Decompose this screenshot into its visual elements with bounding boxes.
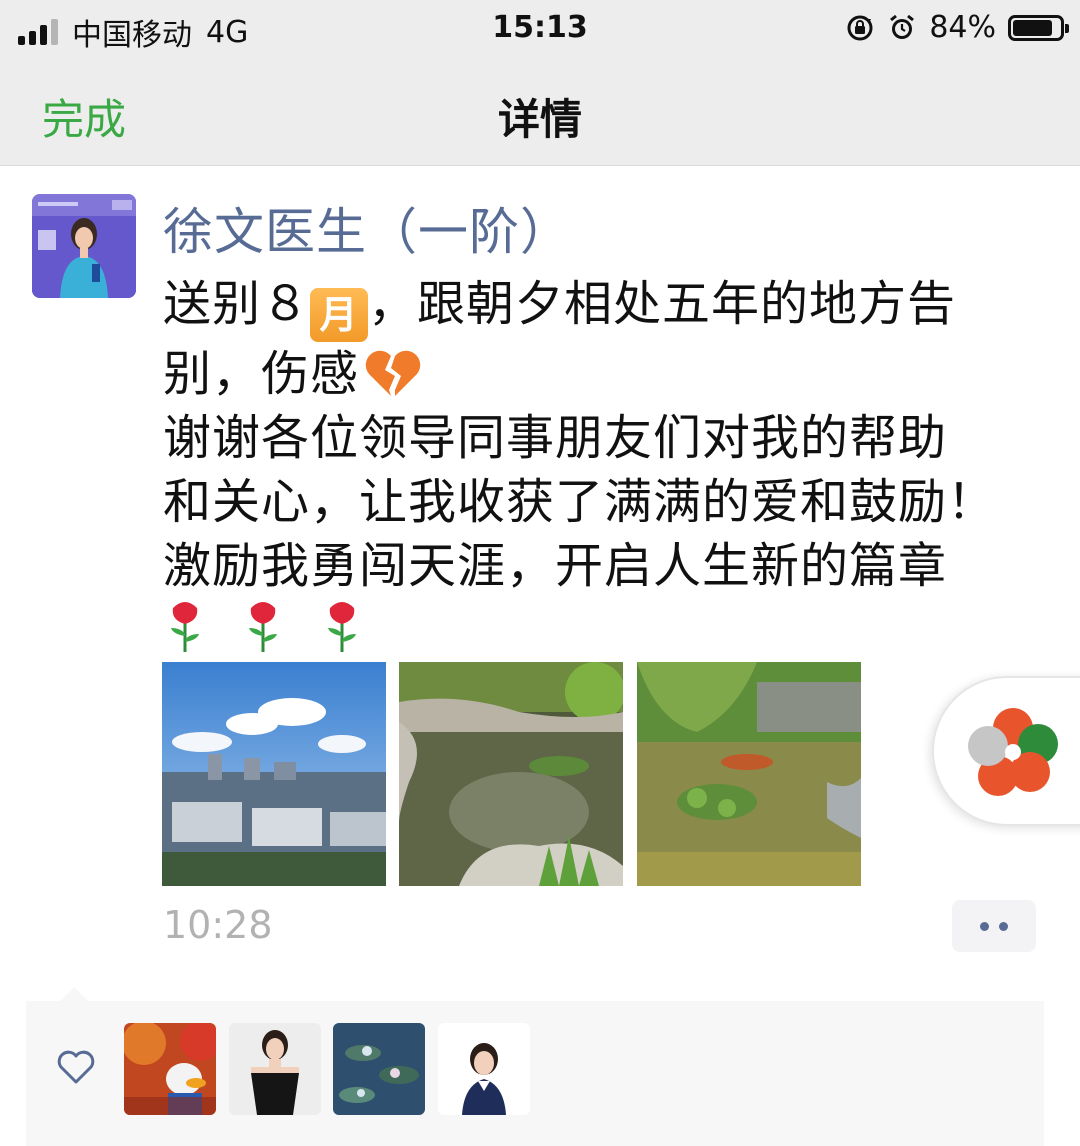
garden-pond-photo[interactable]: [399, 662, 623, 886]
koi-pond-photo[interactable]: [637, 662, 861, 886]
post-line-5: 激励我勇闯天涯，开启人生新的篇章: [163, 538, 948, 594]
post-line-3: 谢谢各位领导同事朋友们对我的帮助: [163, 410, 948, 466]
post-time: 10:28: [163, 903, 273, 947]
post-text-segment: 别，伤感: [163, 346, 360, 402]
woman-suit-avatar[interactable]: [438, 1023, 530, 1115]
water-lily-avatar[interactable]: [333, 1023, 425, 1115]
broken-heart-emoji: [365, 350, 421, 396]
post-text-segment: 送别８: [163, 276, 311, 332]
status-bar: 中国移动 4G 15:13 84%: [0, 0, 1080, 60]
rose-emoji: [249, 602, 278, 652]
post-text-segment: ，跟朝夕相处五年的地方告: [368, 276, 957, 332]
rose-emoji: [171, 602, 199, 652]
woman-black-dress-avatar[interactable]: [229, 1023, 321, 1115]
floating-flower-button[interactable]: [932, 676, 1080, 826]
post-line-6: [163, 598, 1043, 670]
battery-icon: [1008, 14, 1069, 41]
flower-logo-icon: [968, 708, 1058, 796]
rotation-lock-icon: [847, 15, 873, 40]
status-right: 84%: [845, 10, 1069, 45]
calendar-month-emoji: 月: [310, 288, 369, 342]
post-line-4: 和关心，让我收获了满满的爱和鼓励！: [163, 474, 997, 530]
page-title: 详情: [497, 95, 582, 144]
more-dot: [999, 921, 1008, 931]
post-line-1: 送别８ 月，跟朝夕相处五年的地方告: [163, 272, 1043, 342]
author-avatar[interactable]: [32, 194, 136, 298]
city-skyline-photo[interactable]: [162, 662, 386, 886]
author-name[interactable]: 徐文医生（一阶）: [163, 192, 571, 264]
more-actions-button[interactable]: [952, 900, 1036, 952]
post-line-2: 别，伤感: [163, 342, 1043, 406]
battery-fill: [1013, 19, 1052, 36]
post-text: 送别８ 月，跟朝夕相处五年的地方告 别，伤感 谢谢各位领导同事朋友们对我的帮助 和…: [163, 272, 1043, 670]
more-dot: [980, 921, 989, 931]
rose-emoji: [327, 602, 356, 652]
author-avatar-image: [32, 194, 136, 298]
likes-panel: [26, 987, 1044, 1146]
battery-percent: 84%: [929, 10, 996, 45]
heart-outline-icon: [57, 1050, 95, 1084]
donald-duck-avatar[interactable]: [124, 1023, 216, 1115]
nav-bar: 完成 详情: [0, 60, 1080, 166]
alarm-icon: [890, 14, 915, 39]
